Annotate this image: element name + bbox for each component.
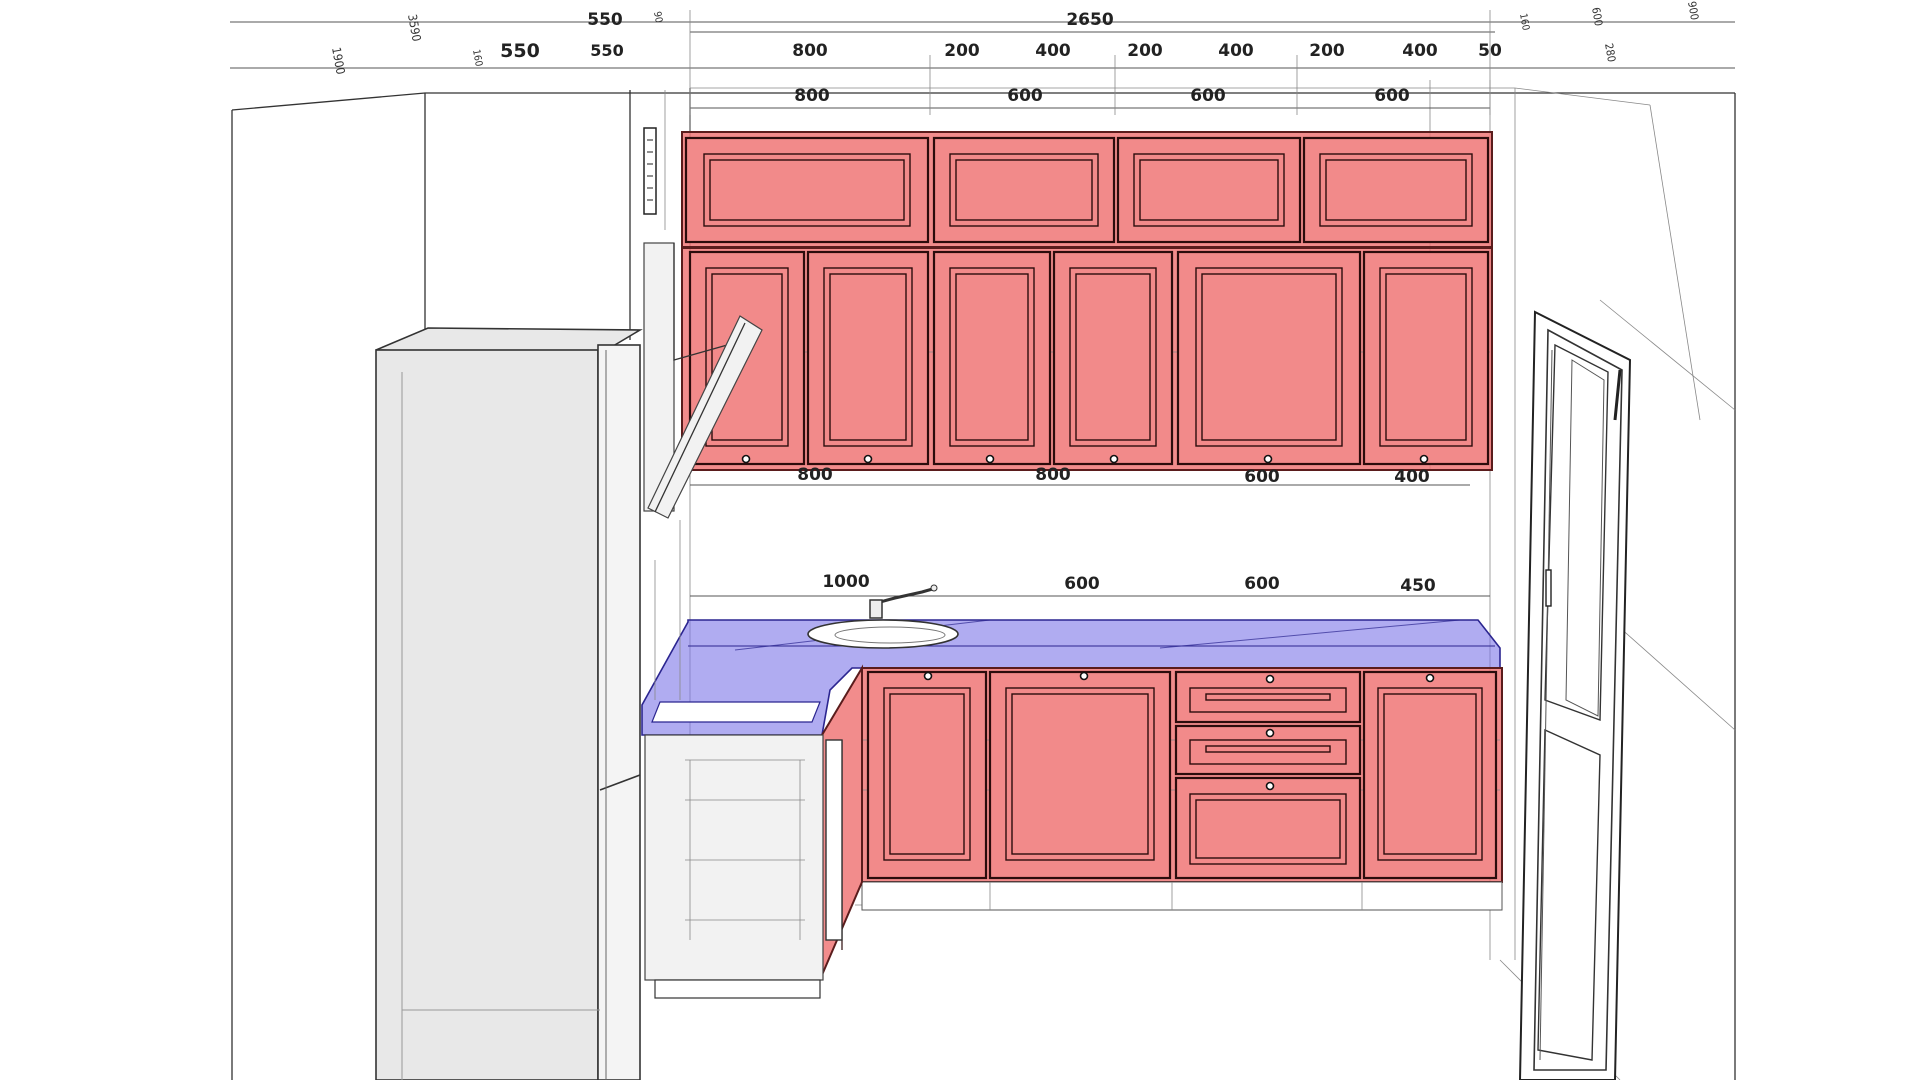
dim-upper-b: 600 xyxy=(1007,86,1043,106)
kitchen-drawing: 550 2650 550 550 800 200 400 200 400 200… xyxy=(0,0,1920,1080)
dim-small-s6: 600 xyxy=(1589,6,1605,27)
wall-socket xyxy=(643,127,657,215)
wall-cabinets xyxy=(681,247,1493,471)
sink xyxy=(807,619,959,649)
upper-cabinets xyxy=(681,131,1493,248)
dim-small-s1: 3590 xyxy=(405,13,424,43)
dim-upper-d: 600 xyxy=(1374,86,1410,106)
dim-base-b: 600 xyxy=(1064,574,1100,594)
upper-cabinet-2 xyxy=(932,136,1116,244)
wall-cabinet-door-4 xyxy=(1052,250,1174,466)
dim-small-s4: 90 xyxy=(651,11,664,24)
dim-base-d: 450 xyxy=(1400,576,1436,596)
dim-top1-b: 2650 xyxy=(1066,10,1113,30)
kitchen-elevation-svg: 550 2650 550 550 800 200 400 200 400 200… xyxy=(230,0,1736,1080)
dim-small-s8: 280 xyxy=(1602,42,1618,63)
dim-small-s7: 900 xyxy=(1685,0,1701,21)
wall-cabinet-door-2 xyxy=(806,250,930,466)
refrigerator xyxy=(375,327,643,1080)
dim-top2-a: 550 xyxy=(500,40,540,62)
dim-small-s5: 160 xyxy=(1517,13,1531,32)
wall-cabinet-door-5 xyxy=(1176,250,1362,466)
faucet xyxy=(869,584,938,619)
base-cabinets xyxy=(861,667,1503,911)
base-drawer-1 xyxy=(1174,670,1362,724)
dim-top2-f: 200 xyxy=(1127,41,1163,61)
base-plinth xyxy=(861,881,1503,911)
dim-upper-a: 800 xyxy=(794,86,830,106)
base-cabinet-door-1 xyxy=(866,670,988,880)
dim-top2-e: 400 xyxy=(1035,41,1071,61)
wall-cabinet-door-6 xyxy=(1362,250,1490,466)
balcony-door xyxy=(1518,310,1632,1080)
dim-wall-c: 600 xyxy=(1244,467,1280,487)
dim-top2-b: 550 xyxy=(590,41,623,60)
side-base-cabinet xyxy=(644,734,843,999)
dim-top1-a: 550 xyxy=(587,10,623,30)
dim-top2-c: 800 xyxy=(792,41,828,61)
dim-top2-i: 400 xyxy=(1402,41,1438,61)
dim-small-s3: 160 xyxy=(470,49,484,68)
dim-upper-c: 600 xyxy=(1190,86,1226,106)
dim-top2-j: 50 xyxy=(1478,41,1502,61)
dim-base-c: 600 xyxy=(1244,574,1280,594)
dim-wall-b: 800 xyxy=(1035,465,1071,485)
dim-top2-g: 400 xyxy=(1218,41,1254,61)
upper-cabinet-4 xyxy=(1302,136,1490,244)
base-cabinet-door-3 xyxy=(1362,670,1498,880)
base-drawer-2 xyxy=(1174,724,1362,776)
base-drawer-3 xyxy=(1174,776,1362,880)
dim-small-s2: 1900 xyxy=(329,46,348,76)
dim-base-a: 1000 xyxy=(822,572,869,592)
upper-cabinet-3 xyxy=(1116,136,1302,244)
wall-cabinet-door-3 xyxy=(932,250,1052,466)
upper-cabinet-1 xyxy=(684,136,930,244)
dim-top2-h: 200 xyxy=(1309,41,1345,61)
dim-top2-d: 200 xyxy=(944,41,980,61)
dim-wall-d: 400 xyxy=(1394,467,1430,487)
dim-wall-a: 800 xyxy=(797,465,833,485)
base-cabinet-door-2 xyxy=(988,670,1172,880)
